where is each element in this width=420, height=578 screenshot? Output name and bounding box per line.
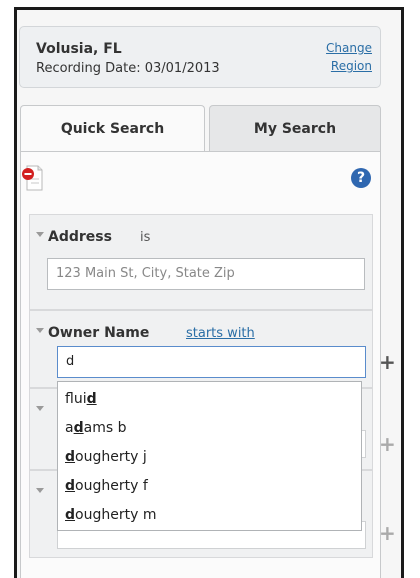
address-operator: is <box>140 230 151 245</box>
suggestion-item[interactable]: dougherty m <box>58 501 361 530</box>
suggestion-item[interactable]: dougherty j <box>58 443 361 472</box>
suggestion-item[interactable]: adams b <box>58 414 361 443</box>
change-region-link-line2[interactable]: Region <box>326 57 372 75</box>
tab-quick-search[interactable]: Quick Search <box>20 105 205 153</box>
region-panel: Volusia, FL Recording Date: 03/01/2013 C… <box>19 26 381 88</box>
region-name: Volusia, FL <box>36 41 122 57</box>
recording-date: Recording Date: 03/01/2013 <box>36 61 220 76</box>
pdf-icon[interactable] <box>21 165 43 191</box>
add-owner-button[interactable]: + <box>379 350 396 374</box>
add-button-4[interactable]: + <box>379 521 396 545</box>
change-region-link[interactable]: Change Region <box>326 39 372 75</box>
address-input[interactable]: 123 Main St, City, State Zip <box>47 258 365 290</box>
owner-name-label: Owner Name <box>48 325 150 341</box>
address-label: Address <box>48 229 112 245</box>
suggestion-item[interactable]: dougherty f <box>58 472 361 501</box>
collapse-triangle-icon[interactable] <box>36 328 44 333</box>
owner-name-input[interactable]: d <box>57 346 366 378</box>
add-button-3[interactable]: + <box>379 432 396 456</box>
autocomplete-dropdown: fluid adams b dougherty j dougherty f do… <box>57 381 362 531</box>
suggestion-item[interactable]: fluid <box>58 385 361 414</box>
collapse-triangle-icon[interactable] <box>36 488 44 493</box>
collapse-triangle-icon[interactable] <box>36 232 44 237</box>
collapse-triangle-icon[interactable] <box>36 406 44 411</box>
help-icon[interactable]: ? <box>351 168 371 188</box>
owner-operator-link[interactable]: starts with <box>186 326 255 341</box>
tab-my-search[interactable]: My Search <box>209 105 381 151</box>
change-region-link-line1[interactable]: Change <box>326 39 372 57</box>
